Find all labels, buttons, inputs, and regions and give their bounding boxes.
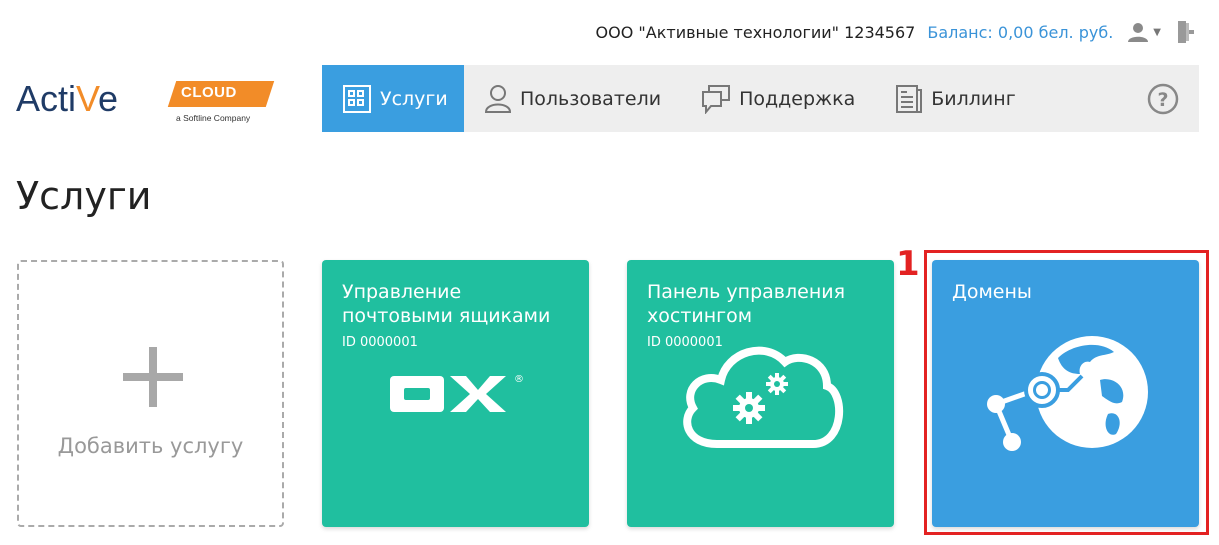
annotation-marker: 1 (896, 244, 920, 284)
help-button[interactable]: ? (1147, 65, 1199, 132)
ox-logo-mark: ® (514, 374, 524, 385)
logo-subtitle: a Softline Company (176, 113, 251, 123)
service-card-mail[interactable]: Управление почтовыми ящиками ID 0000001 … (322, 260, 589, 527)
brand-logo[interactable]: ActiVe CLOUD a Softline Company (16, 76, 275, 126)
tab-services[interactable]: Услуги (322, 65, 464, 132)
ox-logo-icon: ® (390, 374, 524, 412)
tab-support-label: Поддержка (739, 87, 856, 110)
add-service-label: Добавить услугу (57, 434, 244, 458)
user-menu[interactable]: ▼ (1127, 22, 1161, 42)
logo-word: ActiVe (16, 78, 119, 119)
tab-support[interactable]: Поддержка (681, 65, 875, 132)
logout-button[interactable] (1177, 20, 1195, 44)
user-icon (1128, 23, 1149, 42)
services-grid-icon (342, 84, 372, 114)
help-icon: ? (1147, 83, 1179, 114)
logo-wordmark: ActiVe (16, 78, 118, 120)
card-title: Панель управления хостингом (647, 281, 846, 327)
plus-icon (123, 347, 183, 407)
logout-icon (1178, 21, 1194, 43)
tab-billing[interactable]: Биллинг (875, 65, 1035, 132)
balance-link[interactable]: Баланс: 0,00 бел. руб. (927, 23, 1113, 42)
company-name: ООО "Активные технологии" 1234567 (595, 22, 916, 42)
user-outline-icon (484, 84, 512, 114)
tab-users-label: Пользователи (520, 87, 662, 110)
main-nav: Услуги Пользователи Поддержка Биллинг ? (322, 65, 1199, 132)
chevron-down-icon: ▼ (1153, 26, 1161, 38)
card-title: Управление почтовыми ящиками (342, 281, 551, 327)
logo-badge-text: CLOUD (181, 84, 237, 101)
card-service-id: ID 0000001 (342, 335, 418, 350)
tab-billing-label: Биллинг (931, 87, 1016, 110)
globe-network-icon (987, 336, 1148, 451)
service-card-hosting[interactable]: Панель управления хостингом ID 0000001 (627, 260, 894, 527)
tab-services-label: Услуги (380, 87, 448, 110)
cloud-gears-icon (683, 346, 844, 448)
svg-text:?: ? (1157, 89, 1168, 111)
card-title: Домены (952, 281, 1032, 303)
add-service-card[interactable]: Добавить услугу (17, 260, 284, 527)
page-title: Услуги (16, 174, 152, 218)
chat-bubble-icon (701, 84, 731, 114)
billing-document-icon (895, 84, 923, 114)
service-card-domains[interactable]: Домены (932, 260, 1199, 527)
logo-accent-letter: V (76, 78, 99, 119)
account-bar: ООО "Активные технологии" 1234567 Баланс… (596, 20, 1195, 44)
tab-users[interactable]: Пользователи (464, 65, 681, 132)
